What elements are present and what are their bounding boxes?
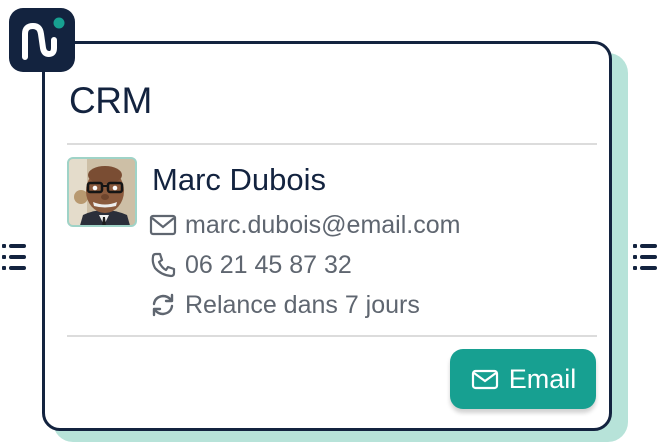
divider-top [67,143,597,145]
follow-up-row: Relance dans 7 jours [149,290,420,320]
contact-email-row: marc.dubois@email.com [149,210,460,240]
drag-handle-left[interactable] [0,240,30,274]
contact-phone-row: 06 21 45 87 32 [149,250,352,280]
contact-name: Marc Dubois [152,162,326,197]
phone-icon [149,250,179,280]
contact-email: marc.dubois@email.com [185,210,461,239]
contact-phone: 06 21 45 87 32 [185,250,352,279]
avatar-illustration [69,159,135,225]
email-button-label: Email [508,363,577,394]
crm-card: CRM Marc Dubois marc.dubois@email.com 06… [42,41,612,431]
envelope-open-icon [470,366,500,392]
email-button[interactable]: Email [450,349,596,409]
drag-handle-icon [633,244,657,270]
drag-handle-right[interactable] [631,240,660,274]
follow-up-text: Relance dans 7 jours [185,290,420,319]
card-title: CRM [69,80,152,121]
drag-handle-icon [2,244,26,270]
contact-avatar [67,157,137,227]
envelope-icon [149,210,179,240]
divider-bottom [67,335,597,337]
brand-logo-icon [9,8,75,72]
refresh-icon [149,290,179,320]
